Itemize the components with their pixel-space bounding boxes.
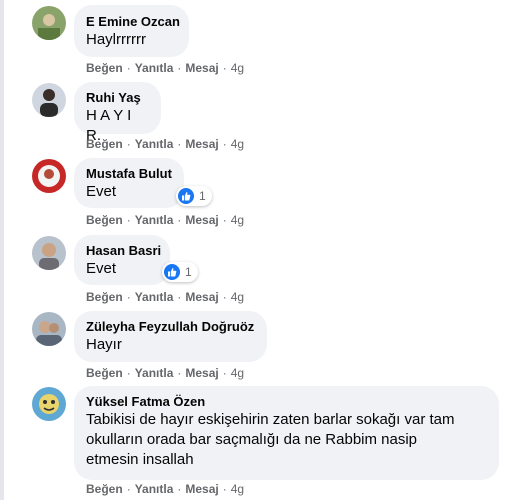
like-button[interactable]: Beğen [86, 213, 123, 227]
timestamp[interactable]: 4g [231, 366, 244, 380]
thumbs-up-icon [164, 264, 180, 280]
comment-author[interactable]: E Emine Ozcan [86, 14, 180, 30]
separator: · [177, 290, 182, 304]
separator: · [126, 137, 131, 151]
separator: · [222, 61, 227, 75]
comment-actions: Beğen · Yanıtla · Mesaj · 4g [86, 481, 244, 497]
message-button[interactable]: Mesaj [185, 137, 218, 151]
like-button[interactable]: Beğen [86, 290, 123, 304]
comment-text: Evet [86, 260, 117, 277]
comment-bubble: Hasan Basri Evet [74, 235, 170, 285]
timestamp[interactable]: 4g [231, 213, 244, 227]
separator: · [177, 137, 182, 151]
message-button[interactable]: Mesaj [185, 366, 218, 380]
message-button[interactable]: Mesaj [185, 61, 218, 75]
reply-button[interactable]: Yanıtla [135, 290, 174, 304]
avatar[interactable] [32, 312, 66, 346]
separator: · [177, 61, 182, 75]
comment-actions: Beğen · Yanıtla · Mesaj · 4g [86, 289, 244, 305]
separator: · [177, 213, 182, 227]
comment-text: Hayır [86, 336, 122, 353]
comment-bubble: E Emine Ozcan Haylrrrrrr [74, 5, 189, 57]
reaction-count-label: 1 [199, 189, 206, 203]
reply-button[interactable]: Yanıtla [135, 366, 174, 380]
separator: · [177, 482, 182, 496]
message-button[interactable]: Mesaj [185, 482, 218, 496]
reply-button[interactable]: Yanıtla [135, 213, 174, 227]
timestamp[interactable]: 4g [231, 482, 244, 496]
separator: · [126, 213, 131, 227]
comment-bubble: Ruhi Yaş H A Y I R. [74, 82, 161, 144]
thread-rule [0, 0, 4, 500]
reply-button[interactable]: Yanıtla [135, 137, 174, 151]
comment-author[interactable]: Züleyha Feyzullah Doğruöz [86, 319, 255, 335]
thumbs-up-icon [178, 188, 194, 204]
separator: · [222, 213, 227, 227]
reaction-count-label: 1 [185, 265, 192, 279]
avatar[interactable] [32, 6, 66, 40]
comment-actions: Beğen · Yanıtla · Mesaj · 4g [86, 136, 244, 152]
reaction-count[interactable]: 1 [162, 262, 198, 282]
comment-bubble: Züleyha Feyzullah Doğruöz Hayır [74, 311, 267, 362]
like-button[interactable]: Beğen [86, 366, 123, 380]
comment-actions: Beğen · Yanıtla · Mesaj · 4g [86, 60, 244, 76]
comment-text: Evet [86, 183, 117, 200]
separator: · [126, 290, 131, 304]
timestamp[interactable]: 4g [231, 290, 244, 304]
like-button[interactable]: Beğen [86, 482, 123, 496]
comment-bubble: Mustafa Bulut Evet [74, 158, 184, 208]
comment-bubble: Yüksel Fatma Özen Tabikisi de hayır eski… [74, 386, 499, 480]
comment-text: Haylrrrrrr [86, 31, 146, 48]
comment-actions: Beğen · Yanıtla · Mesaj · 4g [86, 212, 244, 228]
timestamp[interactable]: 4g [231, 61, 244, 75]
avatar[interactable] [32, 236, 66, 270]
like-button[interactable]: Beğen [86, 137, 123, 151]
comment-actions: Beğen · Yanıtla · Mesaj · 4g [86, 365, 244, 381]
separator: · [126, 482, 131, 496]
reply-button[interactable]: Yanıtla [135, 482, 174, 496]
avatar[interactable] [32, 387, 66, 421]
comment-author[interactable]: Ruhi Yaş [86, 90, 149, 106]
reply-button[interactable]: Yanıtla [135, 61, 174, 75]
comment-text: Tabikisi de hayır eskişehirin zaten barl… [86, 411, 455, 468]
avatar[interactable] [32, 159, 66, 193]
like-button[interactable]: Beğen [86, 61, 123, 75]
reaction-count[interactable]: 1 [176, 186, 212, 206]
separator: · [222, 482, 227, 496]
timestamp[interactable]: 4g [231, 137, 244, 151]
separator: · [177, 366, 182, 380]
avatar[interactable] [32, 83, 66, 117]
message-button[interactable]: Mesaj [185, 290, 218, 304]
separator: · [126, 366, 131, 380]
comment-author[interactable]: Yüksel Fatma Özen [86, 394, 487, 410]
separator: · [222, 366, 227, 380]
comment-author[interactable]: Mustafa Bulut [86, 166, 172, 182]
separator: · [222, 137, 227, 151]
separator: · [126, 61, 131, 75]
comment-author[interactable]: Hasan Basri [86, 243, 161, 259]
message-button[interactable]: Mesaj [185, 213, 218, 227]
separator: · [222, 290, 227, 304]
